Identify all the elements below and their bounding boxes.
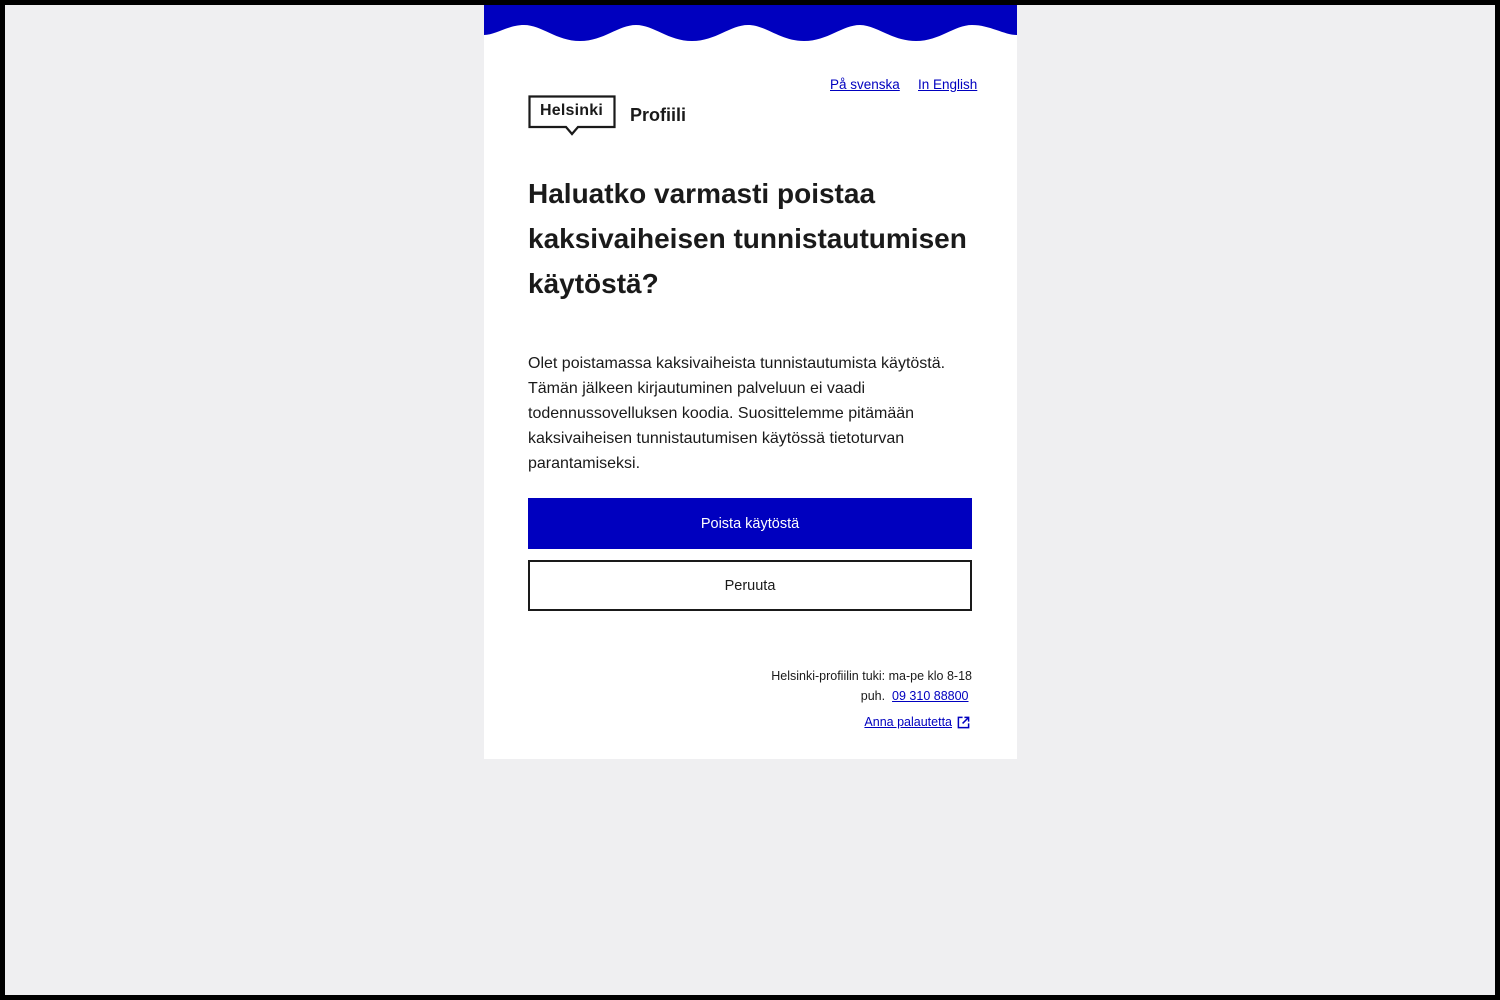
app-name: Profiili — [630, 105, 687, 125]
dialog-heading: Haluatko varmasti poistaa kaksivaiheisen… — [528, 178, 967, 299]
language-link-swedish[interactable]: På svenska — [830, 77, 900, 92]
page-background: På svenska In English Helsinki Profiili … — [5, 5, 1495, 995]
external-link-icon — [957, 716, 970, 728]
wave-header-decoration — [484, 5, 1017, 41]
support-phone-link[interactable]: 09 310 88800 — [892, 689, 968, 703]
language-link-english[interactable]: In English — [918, 77, 977, 92]
phone-prefix: puh. — [860, 689, 886, 703]
cancel-button-label: Peruuta — [724, 577, 776, 594]
dialog-description: Olet poistamassa kaksivaiheista tunnista… — [528, 355, 946, 472]
disable-2fa-button[interactable]: Poista käytöstä — [528, 498, 972, 549]
cancel-button[interactable]: Peruuta — [528, 560, 972, 611]
support-footer: Helsinki-profiilin tuki: ma-pe klo 8-18 … — [528, 666, 972, 729]
feedback-link-label[interactable]: Anna palautetta — [864, 715, 952, 729]
support-hours: Helsinki-profiilin tuki: ma-pe klo 8-18 — [771, 669, 972, 683]
feedback-link[interactable]: Anna palautetta — [528, 715, 972, 729]
dialog-card: På svenska In English Helsinki Profiili … — [484, 5, 1017, 759]
logo-wordmark: Helsinki — [540, 102, 603, 119]
helsinki-logo[interactable]: Helsinki — [528, 95, 616, 137]
disable-2fa-button-label: Poista käytöstä — [700, 515, 800, 532]
support-phone-row: puh. 09 310 88800 — [528, 686, 972, 706]
